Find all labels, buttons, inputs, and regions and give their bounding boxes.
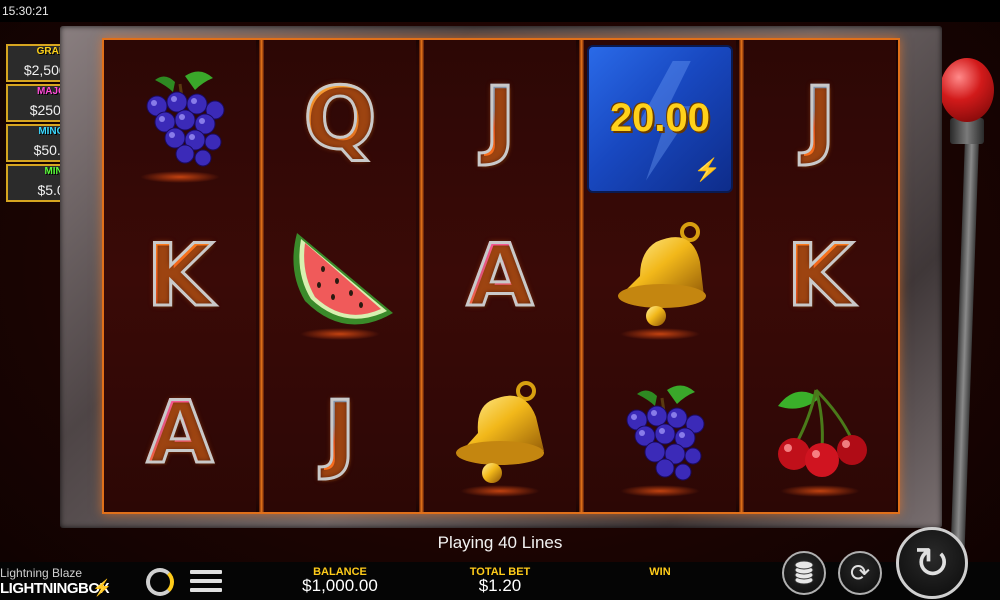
bell-icon xyxy=(618,221,706,326)
symbol-grapes xyxy=(584,354,736,511)
brand-bolt-icon: ⚡ xyxy=(92,580,112,597)
menu-line xyxy=(190,588,222,592)
symbol-bell xyxy=(584,197,736,354)
symbol-q: Q xyxy=(264,40,416,197)
symbol-glow xyxy=(780,485,860,497)
symbol-watermelon xyxy=(264,197,416,354)
clock: 15:30:21 xyxy=(2,4,49,18)
letter-j: J xyxy=(803,68,838,169)
grapes-icon xyxy=(146,70,225,166)
symbol-k: K xyxy=(744,197,896,354)
balance-value: $1,000.00 xyxy=(302,576,378,595)
reel-1: K A xyxy=(104,40,256,512)
symbol-a: A xyxy=(424,197,576,354)
letter-q: Q xyxy=(302,68,378,169)
symbol-bell xyxy=(424,354,576,511)
coin-stack-icon xyxy=(794,560,814,585)
symbol-grapes xyxy=(104,40,256,197)
total-bet-value: $1.20 xyxy=(478,576,522,595)
spin-button[interactable]: ↻ xyxy=(896,527,968,599)
letter-j: J xyxy=(323,382,358,483)
letter-k: K xyxy=(785,225,855,326)
symbol-j: J xyxy=(744,40,896,197)
cash-value: 20.00 xyxy=(609,96,711,140)
lightning-cash-tile: 20.00 ⚡ xyxy=(587,44,733,193)
letter-k: K xyxy=(145,225,215,326)
cherries-icon xyxy=(778,388,867,477)
symbol-glow xyxy=(140,171,220,183)
reel-5: J K xyxy=(744,40,896,512)
symbol-j: J xyxy=(264,354,416,511)
symbol-cherries xyxy=(744,354,896,511)
reel-3: J A xyxy=(424,40,576,512)
brand-name: LIGHTNING xyxy=(0,580,79,597)
symbol-j: J xyxy=(424,40,576,197)
game-title: Lightning Blaze xyxy=(0,566,83,580)
symbol-glow xyxy=(460,485,540,497)
watermelon-icon xyxy=(293,232,393,325)
symbol-glow xyxy=(620,485,700,497)
lever-handle[interactable] xyxy=(940,58,994,122)
win-label: WIN xyxy=(649,566,671,578)
lever-shaft xyxy=(950,127,980,549)
letter-a: A xyxy=(465,225,535,326)
symbol-glow xyxy=(300,328,380,340)
bell-icon xyxy=(456,380,544,483)
lightning-small-icon: ⚡ xyxy=(693,156,721,182)
letter-a: A xyxy=(145,382,215,483)
autoplay-icon: ⟳ xyxy=(849,559,871,587)
spin-icon: ↻ xyxy=(913,538,951,588)
reel-2: Q J xyxy=(264,40,416,512)
coin-stack-button[interactable] xyxy=(782,551,826,595)
symbol-cash: 20.00 ⚡ xyxy=(584,40,736,197)
ring-icon[interactable] xyxy=(146,568,174,596)
reel-4: 20.00 ⚡ xyxy=(584,40,736,512)
symbol-k: K xyxy=(104,197,256,354)
letter-j: J xyxy=(483,68,518,169)
game-stage: 15:30:21 GRAND $2,500.00 MAJOR $250.00 M… xyxy=(0,0,1000,600)
autoplay-button[interactable]: ⟳ xyxy=(838,551,882,595)
menu-line xyxy=(190,579,222,583)
menu-icon[interactable] xyxy=(190,570,222,594)
status-bar: 15:30:21 xyxy=(0,0,1000,22)
lines-info: Playing 40 Lines xyxy=(437,533,563,552)
menu-line xyxy=(190,570,222,574)
symbol-glow xyxy=(620,328,700,340)
grapes-icon xyxy=(626,384,705,480)
symbol-a: A xyxy=(104,354,256,511)
reel-area: K A Q J J A 20.00 ⚡ J K xyxy=(102,38,900,514)
